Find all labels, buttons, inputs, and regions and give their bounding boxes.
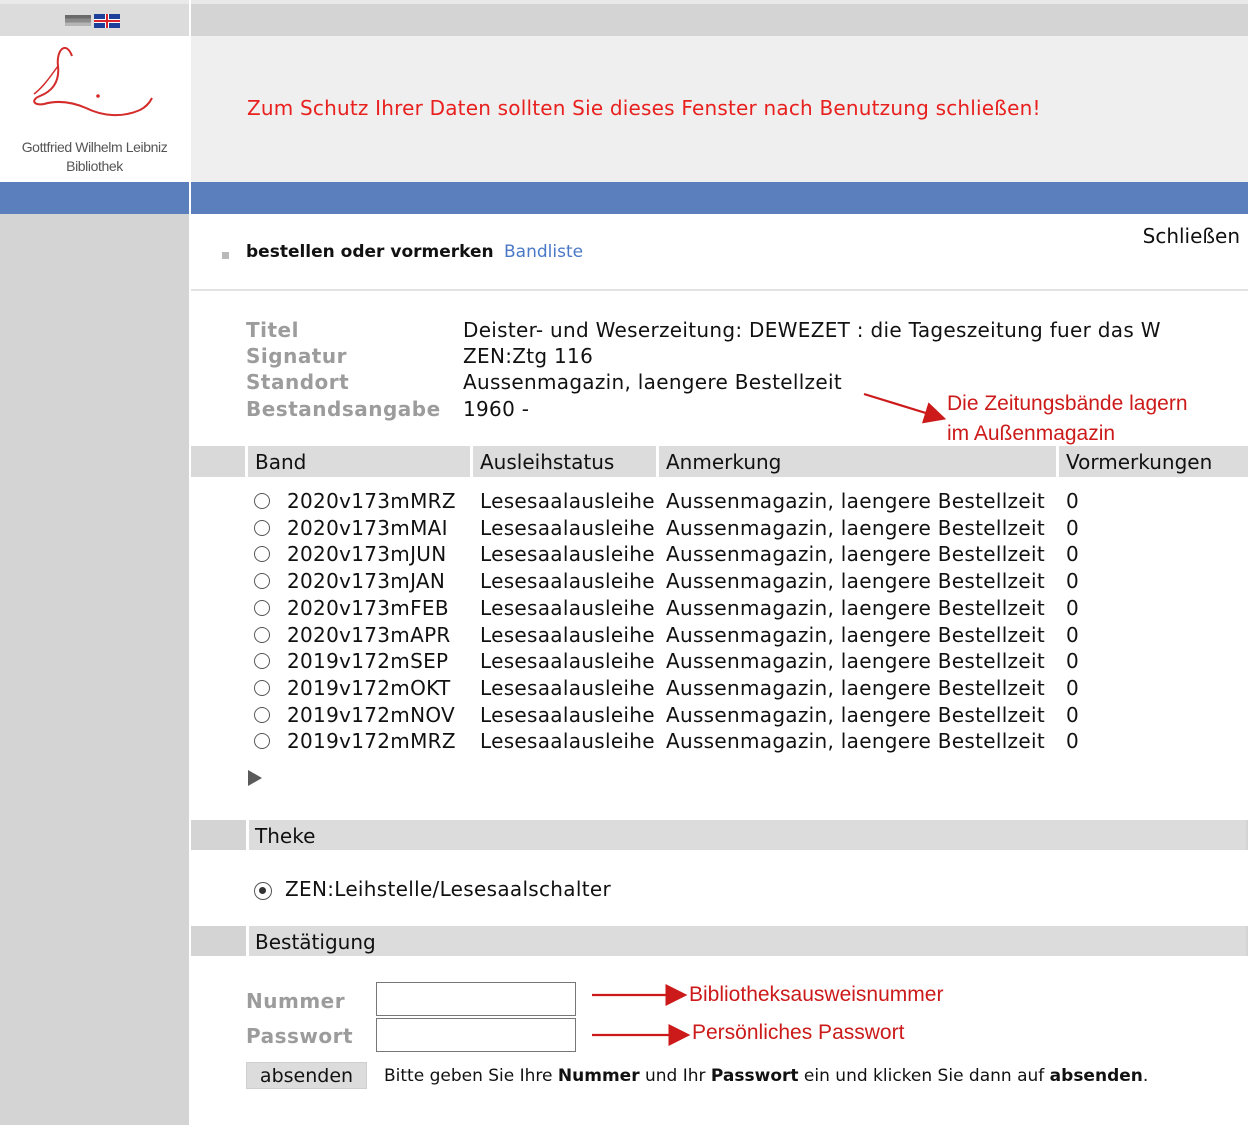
arrow-storage <box>863 392 947 424</box>
annotation-arrows <box>592 392 947 1046</box>
